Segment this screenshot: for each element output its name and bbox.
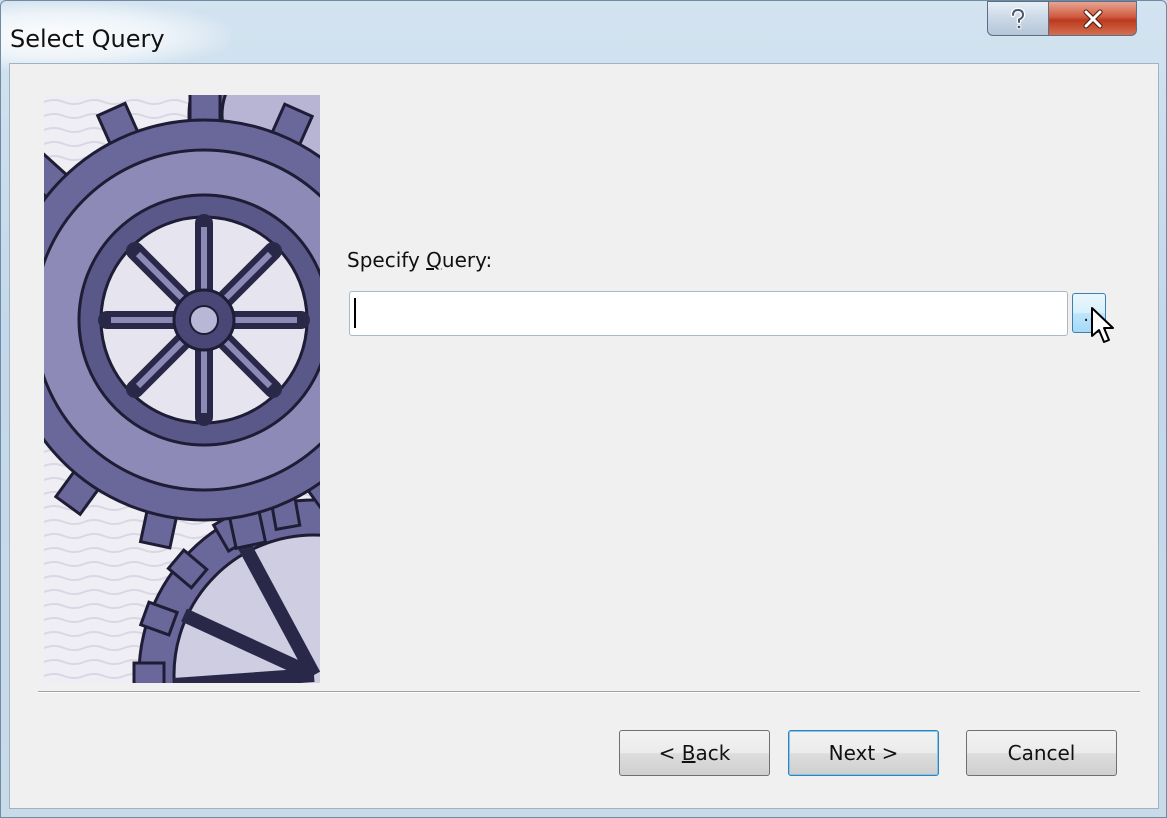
back-prefix: < — [658, 741, 682, 765]
mouse-pointer-icon — [1091, 307, 1114, 343]
question-mark-icon — [1010, 7, 1026, 29]
caption-buttons — [987, 1, 1137, 36]
dialog-window: Select Query Specify Query: .. < B ack N… — [0, 0, 1167, 818]
back-button[interactable]: < Back — [619, 730, 770, 776]
label-prefix: Specify — [347, 248, 427, 272]
label-suffix: uery: — [441, 248, 493, 272]
text-caret — [354, 298, 356, 328]
next-button[interactable]: Next > — [788, 730, 939, 776]
back-suffix: ack — [695, 741, 731, 765]
footer-separator — [38, 691, 1140, 693]
gears-illustration — [44, 95, 320, 683]
close-x-icon — [1083, 9, 1102, 28]
specify-query-label: Specify Query: — [347, 248, 492, 272]
label-access-key: Q — [426, 248, 442, 272]
query-input[interactable] — [349, 291, 1068, 336]
dialog-title: Select Query — [10, 25, 165, 53]
dialog-body: Specify Query: .. < Back Next > Cancel — [9, 63, 1159, 809]
close-button[interactable] — [1049, 1, 1137, 36]
cancel-button[interactable]: Cancel — [966, 730, 1117, 776]
help-button[interactable] — [987, 1, 1049, 36]
back-access-key: B — [681, 741, 696, 765]
